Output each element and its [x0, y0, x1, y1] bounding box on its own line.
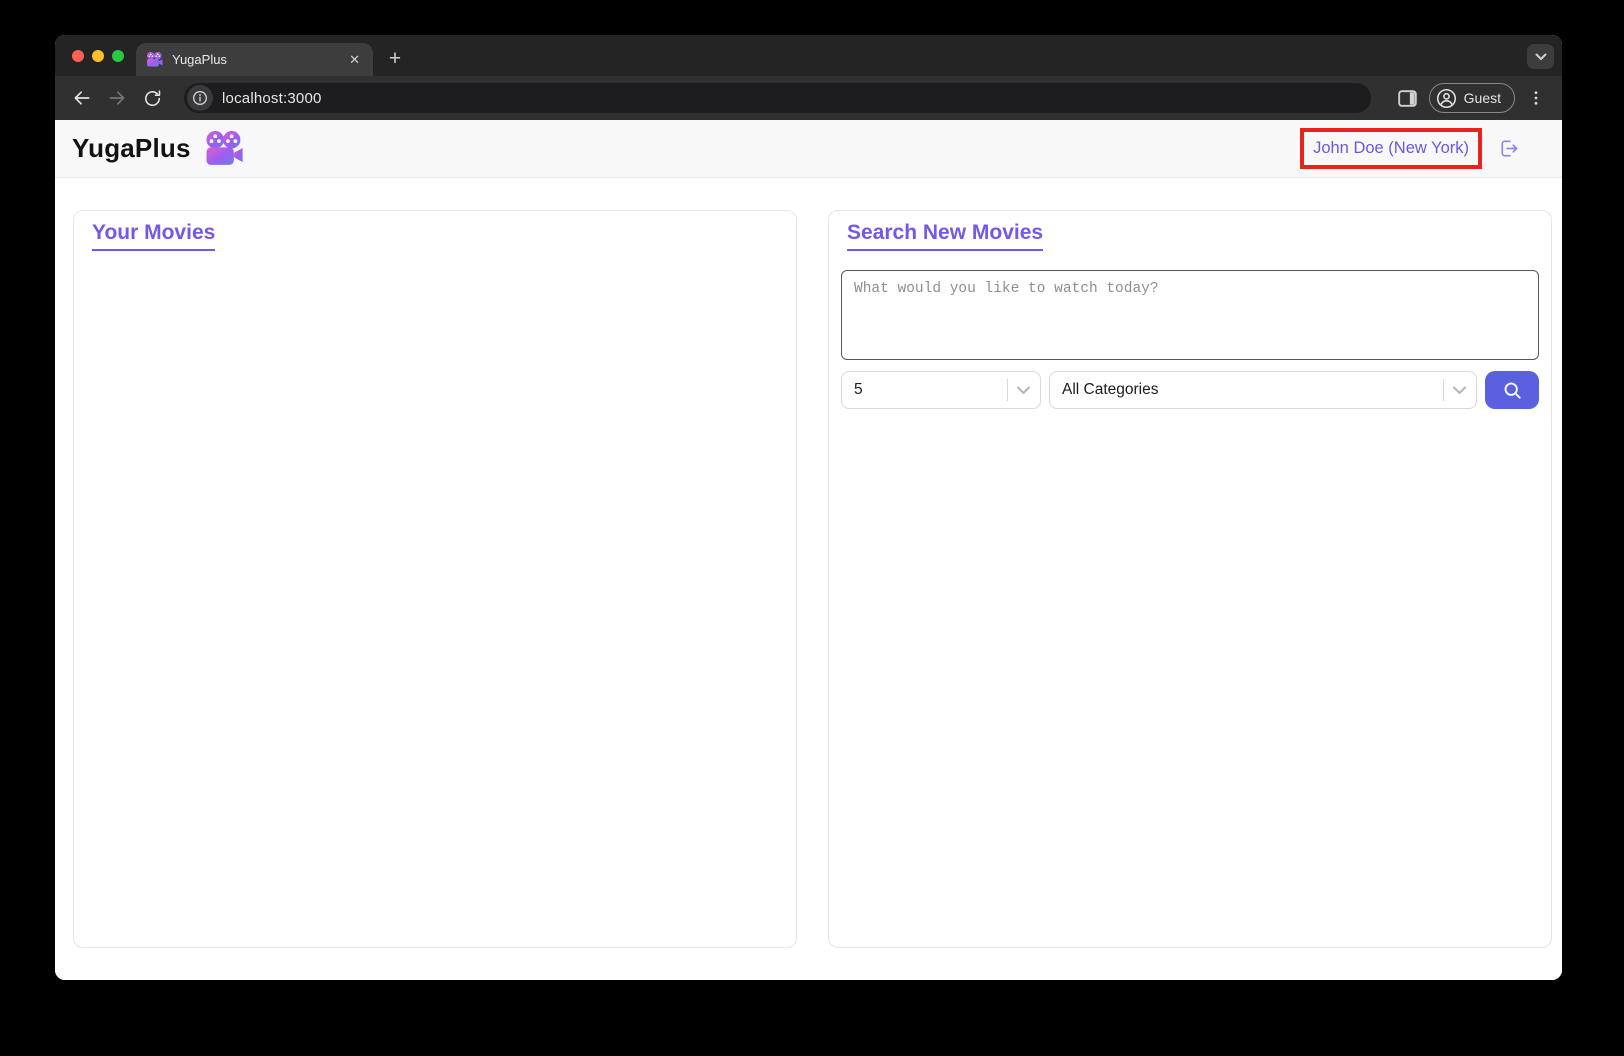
url-text: localhost:3000: [222, 90, 322, 107]
your-movies-panel: Your Movies: [73, 210, 797, 948]
tab-search-chevron-button[interactable]: [1527, 44, 1554, 69]
side-panel-icon: [1398, 90, 1417, 107]
profile-button[interactable]: Guest: [1429, 83, 1515, 113]
app-title: YugaPlus: [72, 133, 191, 164]
address-bar[interactable]: localhost:3000: [184, 83, 1371, 113]
search-controls: 5 All Categories: [841, 371, 1539, 409]
site-info-button[interactable]: [187, 85, 213, 111]
tab-close-icon[interactable]: ✕: [346, 52, 363, 68]
yugaplus-favicon: [146, 52, 163, 67]
search-icon: [1502, 380, 1523, 401]
forward-arrow-icon: [107, 88, 127, 108]
minimize-window-button[interactable]: [92, 50, 104, 62]
browser-menu-button[interactable]: [1524, 86, 1548, 110]
search-panel: Search New Movies 5 All Categories: [828, 210, 1552, 948]
movie-camera-logo-icon: [204, 131, 244, 166]
category-value: All Categories: [1062, 381, 1435, 399]
reload-button[interactable]: [139, 85, 165, 111]
search-query-input[interactable]: [841, 270, 1539, 360]
zoom-window-button[interactable]: [112, 50, 124, 62]
new-tab-button[interactable]: +: [381, 45, 409, 73]
app-header: YugaPlus: [55, 120, 1562, 178]
chevron-down-icon: [1535, 53, 1547, 61]
kebab-menu-icon: [1527, 89, 1545, 107]
header-right: John Doe (New York): [1300, 128, 1520, 169]
tab-strip: YugaPlus ✕ +: [55, 35, 1562, 76]
back-button[interactable]: [69, 85, 95, 111]
profile-label: Guest: [1464, 90, 1501, 106]
category-select[interactable]: All Categories: [1049, 371, 1477, 409]
chevron-down-icon: [1016, 386, 1031, 395]
reload-icon: [143, 89, 162, 108]
forward-button[interactable]: [104, 85, 130, 111]
annotation-highlight: John Doe (New York): [1300, 128, 1482, 169]
info-icon: [192, 90, 208, 106]
user-profile-link[interactable]: John Doe (New York): [1313, 139, 1469, 157]
result-count-value: 5: [854, 381, 999, 399]
browser-tab[interactable]: YugaPlus ✕: [136, 43, 373, 76]
page-body: YugaPlus: [55, 120, 1562, 980]
select-divider: [1443, 379, 1444, 401]
result-count-select[interactable]: 5: [841, 371, 1041, 409]
search-heading: Search New Movies: [847, 221, 1043, 251]
main-content: Your Movies Search New Movies 5 All Cate…: [55, 178, 1562, 980]
chevron-down-icon: [1452, 386, 1467, 395]
browser-toolbar: localhost:3000 Guest: [55, 76, 1562, 120]
browser-window: YugaPlus ✕ + localhost:3000 Guest: [55, 35, 1562, 980]
side-panel-button[interactable]: [1396, 86, 1420, 110]
your-movies-heading: Your Movies: [92, 221, 215, 251]
logout-button[interactable]: [1497, 137, 1520, 160]
select-divider: [1007, 379, 1008, 401]
avatar-icon: [1436, 88, 1457, 109]
window-controls: [55, 35, 136, 76]
search-button[interactable]: [1485, 371, 1539, 409]
back-arrow-icon: [72, 88, 92, 108]
tab-title: YugaPlus: [172, 52, 346, 67]
logout-icon: [1497, 137, 1520, 160]
brand: YugaPlus: [72, 131, 244, 166]
close-window-button[interactable]: [72, 50, 84, 62]
